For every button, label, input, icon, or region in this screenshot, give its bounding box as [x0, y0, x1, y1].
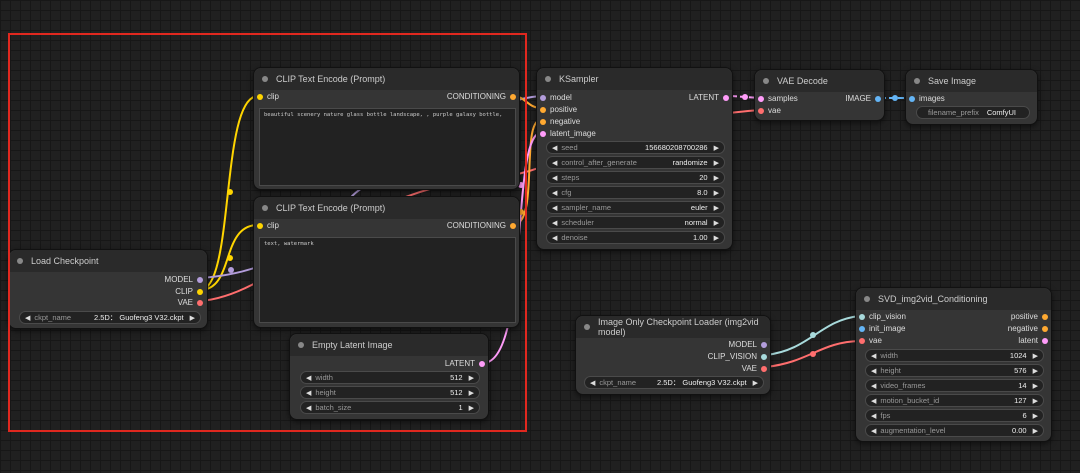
input-latent-image[interactable]: latent_image: [540, 129, 596, 138]
input-clip[interactable]: clip: [257, 92, 279, 101]
batch-size-widget[interactable]: ◀ batch_size 1 ▶: [300, 401, 480, 414]
collapse-dot[interactable]: [584, 324, 590, 330]
node-load-checkpoint[interactable]: Load Checkpoint MODEL CLIP VAE ◀ ckpt_nam…: [8, 249, 208, 329]
cfg-widget[interactable]: ◀ cfg 8.0 ▶: [546, 186, 725, 199]
prompt-textarea[interactable]: text, watermark: [259, 237, 516, 323]
node-title: CLIP Text Encode (Prompt): [276, 203, 386, 213]
collapse-dot[interactable]: [914, 78, 920, 84]
node-title: Load Checkpoint: [31, 256, 99, 266]
output-clip-vision[interactable]: CLIP_VISION: [708, 352, 767, 361]
input-images[interactable]: images: [909, 94, 945, 103]
video-frames-widget[interactable]: ◀ video_frames 14 ▶: [865, 379, 1044, 392]
motion-bucket-id-widget[interactable]: ◀ motion_bucket_id 127 ▶: [865, 394, 1044, 407]
prompt-textarea[interactable]: beautiful scenery nature glass bottle la…: [259, 108, 516, 186]
collapse-dot[interactable]: [545, 76, 551, 82]
collapse-dot[interactable]: [262, 76, 268, 82]
input-negative[interactable]: negative: [540, 117, 580, 126]
seed-widget[interactable]: ◀ seed 156680208700286 ▶: [546, 141, 725, 154]
fps-widget[interactable]: ◀ fps 6 ▶: [865, 409, 1044, 422]
output-model[interactable]: MODEL: [729, 340, 767, 349]
ckpt-name-widget[interactable]: ◀ ckpt_name 2.5D： Guofeng3 V32.ckpt ▶: [19, 311, 201, 324]
output-clip[interactable]: CLIP: [175, 287, 203, 296]
node-title: VAE Decode: [777, 76, 828, 86]
denoise-widget[interactable]: ◀ denoise 1.00 ▶: [546, 231, 725, 244]
collapse-dot[interactable]: [763, 78, 769, 84]
output-conditioning[interactable]: CONDITIONING: [447, 92, 516, 101]
node-title: KSampler: [559, 74, 599, 84]
output-model[interactable]: MODEL: [165, 275, 203, 284]
collapse-dot[interactable]: [262, 205, 268, 211]
node-ksampler[interactable]: KSampler model LATENT positive negative …: [536, 67, 733, 250]
filename-prefix-widget[interactable]: filename_prefix ComfyUI: [916, 106, 1030, 119]
input-clip[interactable]: clip: [257, 221, 279, 230]
collapse-dot[interactable]: [17, 258, 23, 264]
output-image[interactable]: IMAGE: [845, 94, 881, 103]
node-title: Image Only Checkpoint Loader (img2vid mo…: [598, 317, 759, 337]
output-latent[interactable]: latent: [1018, 336, 1048, 345]
width-widget[interactable]: ◀ width 512 ▶: [300, 371, 480, 384]
node-svd-img2vid-conditioning[interactable]: SVD_img2vid_Conditioning clip_vision pos…: [855, 287, 1052, 442]
ckpt-name-widget[interactable]: ◀ ckpt_name 2.5D： Guofeng3 V32.ckpt ▶: [584, 376, 764, 389]
node-title: SVD_img2vid_Conditioning: [878, 294, 988, 304]
output-negative[interactable]: negative: [1008, 324, 1048, 333]
augmentation-level-widget[interactable]: ◀ augmentation_level 0.00 ▶: [865, 424, 1044, 437]
node-save-image[interactable]: Save Image images filename_prefix ComfyUI: [905, 69, 1038, 125]
height-widget[interactable]: ◀ height 576 ▶: [865, 364, 1044, 377]
node-vae-decode[interactable]: VAE Decode samples IMAGE vae: [754, 69, 885, 121]
output-vae[interactable]: VAE: [742, 364, 767, 373]
width-widget[interactable]: ◀ width 1024 ▶: [865, 349, 1044, 362]
node-title: Empty Latent Image: [312, 340, 393, 350]
output-vae[interactable]: VAE: [178, 298, 203, 307]
input-vae[interactable]: vae: [758, 106, 781, 115]
increment-arrow-icon: ▶: [189, 314, 195, 322]
input-samples[interactable]: samples: [758, 94, 798, 103]
node-clip-text-encode-positive[interactable]: CLIP Text Encode (Prompt) clip CONDITION…: [253, 67, 520, 190]
collapse-dot[interactable]: [864, 296, 870, 302]
collapse-dot[interactable]: [298, 342, 304, 348]
node-title: CLIP Text Encode (Prompt): [276, 74, 386, 84]
output-positive[interactable]: positive: [1011, 312, 1048, 321]
input-model[interactable]: model: [540, 93, 572, 102]
control-after-generate-widget[interactable]: ◀ control_after_generate randomize ▶: [546, 156, 725, 169]
output-latent[interactable]: LATENT: [689, 93, 729, 102]
input-init-image[interactable]: init_image: [859, 324, 905, 333]
sampler-name-widget[interactable]: ◀ sampler_name euler ▶: [546, 201, 725, 214]
node-clip-text-encode-negative[interactable]: CLIP Text Encode (Prompt) clip CONDITION…: [253, 196, 520, 328]
scheduler-widget[interactable]: ◀ scheduler normal ▶: [546, 216, 725, 229]
output-latent[interactable]: LATENT: [445, 359, 485, 368]
height-widget[interactable]: ◀ height 512 ▶: [300, 386, 480, 399]
node-empty-latent-image[interactable]: Empty Latent Image LATENT ◀ width 512 ▶ ◀ he…: [289, 333, 489, 420]
node-title: Save Image: [928, 76, 977, 86]
output-conditioning[interactable]: CONDITIONING: [447, 221, 516, 230]
steps-widget[interactable]: ◀ steps 20 ▶: [546, 171, 725, 184]
node-image-only-checkpoint-loader[interactable]: Image Only Checkpoint Loader (img2vid mo…: [575, 315, 771, 395]
input-positive[interactable]: positive: [540, 105, 577, 114]
input-clip-vision[interactable]: clip_vision: [859, 312, 906, 321]
input-vae[interactable]: vae: [859, 336, 882, 345]
